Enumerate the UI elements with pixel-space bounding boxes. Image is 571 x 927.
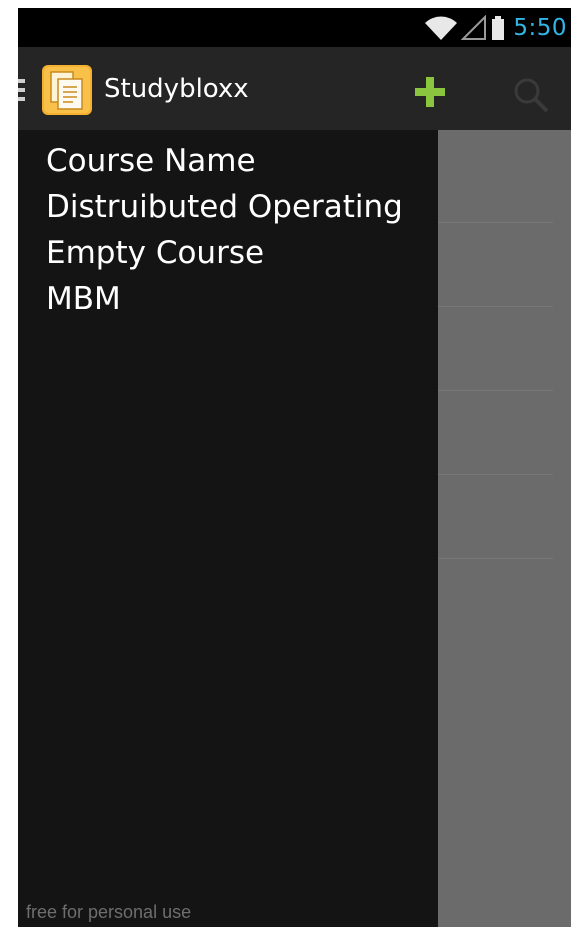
add-course-button[interactable] <box>412 74 448 110</box>
course-item[interactable]: Empty Course <box>46 230 403 276</box>
search-icon <box>514 78 549 113</box>
list-divider <box>438 390 553 391</box>
license-note: free for personal use <box>26 902 192 922</box>
search-button[interactable] <box>511 75 551 115</box>
course-item[interactable]: Distruibuted Operating <box>46 184 403 230</box>
course-list: Course Name Distruibuted Operating Empty… <box>46 138 403 322</box>
list-divider <box>438 306 553 307</box>
phone-screen: 5:50 Studybloxx Course Name Distruibuted… <box>18 8 571 927</box>
list-divider <box>438 222 553 223</box>
status-icons: 5:50 <box>424 8 567 47</box>
add-icon <box>415 77 445 107</box>
course-item[interactable]: MBM <box>46 276 403 322</box>
list-divider <box>438 558 553 559</box>
battery-icon <box>491 15 505 41</box>
navigation-drawer: Course Name Distruibuted Operating Empty… <box>18 130 438 927</box>
status-bar: 5:50 <box>18 8 571 47</box>
status-clock: 5:50 <box>513 14 567 41</box>
drawer-indicator-icon[interactable] <box>18 79 25 101</box>
wifi-icon <box>424 15 458 41</box>
app-title: Studybloxx <box>104 74 249 104</box>
signal-icon <box>461 14 487 41</box>
course-item[interactable]: Course Name <box>46 138 403 184</box>
app-logo-icon[interactable] <box>42 65 92 115</box>
action-bar: Studybloxx <box>18 47 571 130</box>
dimmed-content-area[interactable] <box>438 130 571 927</box>
list-divider <box>438 474 553 475</box>
